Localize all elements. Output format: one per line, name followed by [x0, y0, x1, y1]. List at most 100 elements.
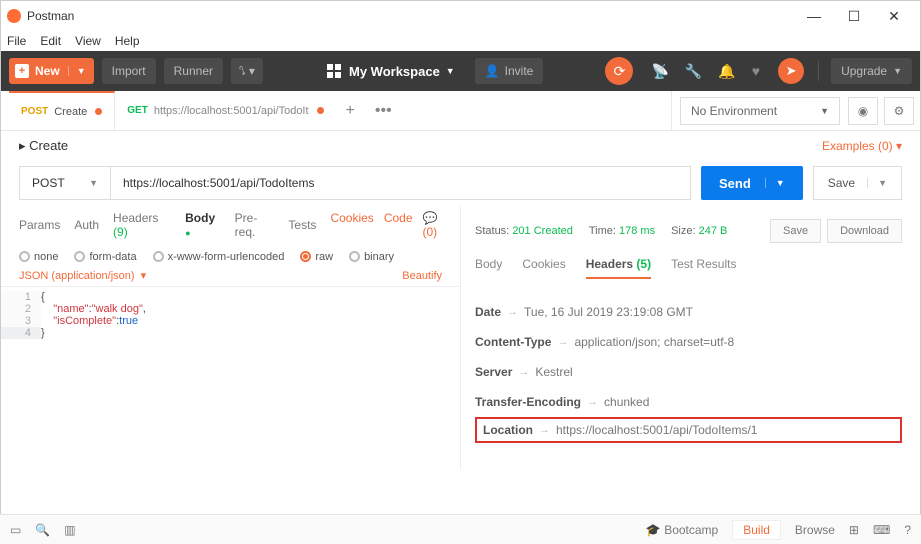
- chevron-down-icon[interactable]: ▼: [765, 178, 785, 188]
- tab-body[interactable]: Body ●: [185, 211, 221, 239]
- header-key: Server: [475, 365, 512, 379]
- divider: [818, 61, 819, 81]
- save-response-button[interactable]: Save: [770, 219, 821, 243]
- tab-auth[interactable]: Auth: [74, 218, 99, 232]
- response-pane: Status: 201 Created Time: 178 ms Size: 2…: [461, 205, 920, 470]
- download-response-button[interactable]: Download: [827, 219, 902, 243]
- heart-icon[interactable]: ♥: [752, 63, 760, 79]
- menu-help[interactable]: Help: [115, 34, 140, 48]
- window-titlebar: Postman — ☐ ✕: [1, 1, 920, 31]
- header-value: application/json; charset=utf-8: [574, 335, 734, 349]
- body-indicator: ●: [185, 228, 190, 238]
- resp-tab-body[interactable]: Body: [475, 257, 502, 279]
- url-input[interactable]: https://localhost:5001/api/TodoItems: [111, 166, 691, 200]
- menu-file[interactable]: File: [7, 34, 26, 48]
- chevron-down-icon[interactable]: ▼: [867, 178, 887, 188]
- browse-button[interactable]: Browse: [795, 523, 835, 537]
- shortcuts-icon[interactable]: ⌨: [873, 523, 890, 537]
- sync-button[interactable]: ⟳: [605, 57, 633, 85]
- build-button[interactable]: Build: [732, 520, 781, 540]
- chevron-down-icon: ▼: [446, 66, 455, 76]
- body-editor[interactable]: 1{ 2 "name":"walk dog", 3 "isComplete":t…: [1, 287, 460, 339]
- response-meta: Status: 201 Created Time: 178 ms Size: 2…: [475, 213, 902, 243]
- body-type-formdata[interactable]: form-data: [74, 249, 136, 263]
- resp-tab-headers[interactable]: Headers (5): [586, 257, 651, 279]
- tab-prereq[interactable]: Pre-req.: [235, 211, 275, 239]
- env-quicklook-button[interactable]: ◉: [848, 97, 878, 125]
- line-number: 1: [1, 291, 41, 303]
- menu-edit[interactable]: Edit: [40, 34, 61, 48]
- header-key: Location: [483, 423, 533, 437]
- time-label: Time: 178 ms: [589, 225, 655, 237]
- request-tab[interactable]: GET https://localhost:5001/api/TodoIt: [115, 91, 335, 130]
- headers-count: (9): [113, 225, 128, 239]
- header-row: Transfer-Encoding→chunked: [475, 387, 902, 417]
- request-tab[interactable]: POST Create: [9, 91, 115, 130]
- body-type-binary[interactable]: binary: [349, 249, 394, 263]
- save-button[interactable]: Save ▼: [813, 166, 902, 200]
- runner-button[interactable]: Runner: [164, 58, 223, 84]
- line-number: 4: [1, 327, 41, 339]
- header-value: https://localhost:5001/api/TodoItems/1: [556, 423, 757, 437]
- cookies-link[interactable]: Cookies: [330, 211, 373, 239]
- wrench-icon[interactable]: 🔧: [685, 63, 702, 80]
- save-label: Save: [828, 176, 855, 190]
- app-title: Postman: [27, 9, 800, 23]
- help-icon[interactable]: ?: [904, 523, 911, 537]
- url-value: https://localhost:5001/api/TodoItems: [123, 176, 314, 190]
- invite-button[interactable]: 👤 Invite: [475, 58, 544, 84]
- beautify-button[interactable]: Beautify: [402, 270, 442, 282]
- code-text: "name":"walk dog",: [41, 303, 460, 315]
- body-type-none[interactable]: none: [19, 249, 58, 263]
- tab-method: POST: [21, 106, 48, 117]
- method-value: POST: [32, 176, 65, 190]
- add-tab-button[interactable]: +: [336, 102, 365, 120]
- new-button[interactable]: + New ▼: [9, 58, 94, 84]
- plus-icon: +: [15, 64, 29, 78]
- window-maximize[interactable]: ☐: [840, 8, 868, 25]
- person-icon: 👤: [485, 64, 500, 78]
- console-icon[interactable]: ▥: [64, 523, 75, 537]
- examples-dropdown[interactable]: Examples (0) ▾: [822, 139, 902, 153]
- send-label: Send: [719, 176, 751, 191]
- body-type-raw[interactable]: raw: [300, 249, 333, 263]
- response-headers-list: Date→Tue, 16 Jul 2019 23:19:08 GMT Conte…: [475, 283, 902, 443]
- code-text: {: [41, 291, 460, 303]
- method-select[interactable]: POST ▼: [19, 166, 111, 200]
- response-tabs: Body Cookies Headers (5) Test Results: [475, 243, 902, 283]
- code-link[interactable]: Code: [384, 211, 413, 239]
- bootcamp-button[interactable]: 🎓 Bootcamp: [646, 523, 718, 537]
- arrow-icon: →: [557, 336, 568, 348]
- environment-selector[interactable]: No Environment ▼: [680, 97, 840, 125]
- import-button[interactable]: Import: [102, 58, 156, 84]
- menu-view[interactable]: View: [75, 34, 101, 48]
- tab-tests[interactable]: Tests: [288, 218, 316, 232]
- sidebar-toggle-icon[interactable]: ▭: [10, 523, 21, 537]
- size-label: Size: 247 B: [671, 225, 727, 237]
- upgrade-button[interactable]: Upgrade ▼: [831, 58, 912, 84]
- settings-button[interactable]: ⚙: [884, 97, 914, 125]
- chevron-down-icon: ▼: [89, 178, 98, 188]
- satellite-icon[interactable]: 📡: [651, 63, 668, 80]
- tab-params[interactable]: Params: [19, 218, 60, 232]
- breadcrumb[interactable]: ▸ Create: [19, 138, 68, 154]
- comments-link[interactable]: 💬(0): [423, 211, 443, 239]
- bell-icon[interactable]: 🔔: [718, 63, 735, 80]
- body-format-select[interactable]: JSON (application/json) ▾: [19, 269, 146, 282]
- window-minimize[interactable]: —: [800, 8, 828, 25]
- open-new-button[interactable]: ⭛ ▾: [231, 58, 263, 84]
- workspace-selector[interactable]: My Workspace ▼: [327, 64, 455, 79]
- upgrade-label: Upgrade: [841, 64, 887, 78]
- resp-tab-cookies[interactable]: Cookies: [522, 257, 565, 279]
- body-type-xwww[interactable]: x-www-form-urlencoded: [153, 249, 285, 263]
- find-icon[interactable]: 🔍: [35, 523, 50, 537]
- chevron-down-icon[interactable]: ▼: [68, 66, 94, 76]
- window-close[interactable]: ✕: [880, 8, 908, 25]
- two-pane-icon[interactable]: ⊞: [849, 523, 859, 537]
- request-pane: Params Auth Headers (9) Body ● Pre-req. …: [1, 205, 461, 470]
- capture-button[interactable]: ➤: [778, 58, 804, 84]
- tab-options-button[interactable]: •••: [365, 102, 402, 120]
- tab-headers[interactable]: Headers (9): [113, 211, 171, 239]
- send-button[interactable]: Send ▼: [701, 166, 803, 200]
- resp-tab-tests[interactable]: Test Results: [671, 257, 736, 279]
